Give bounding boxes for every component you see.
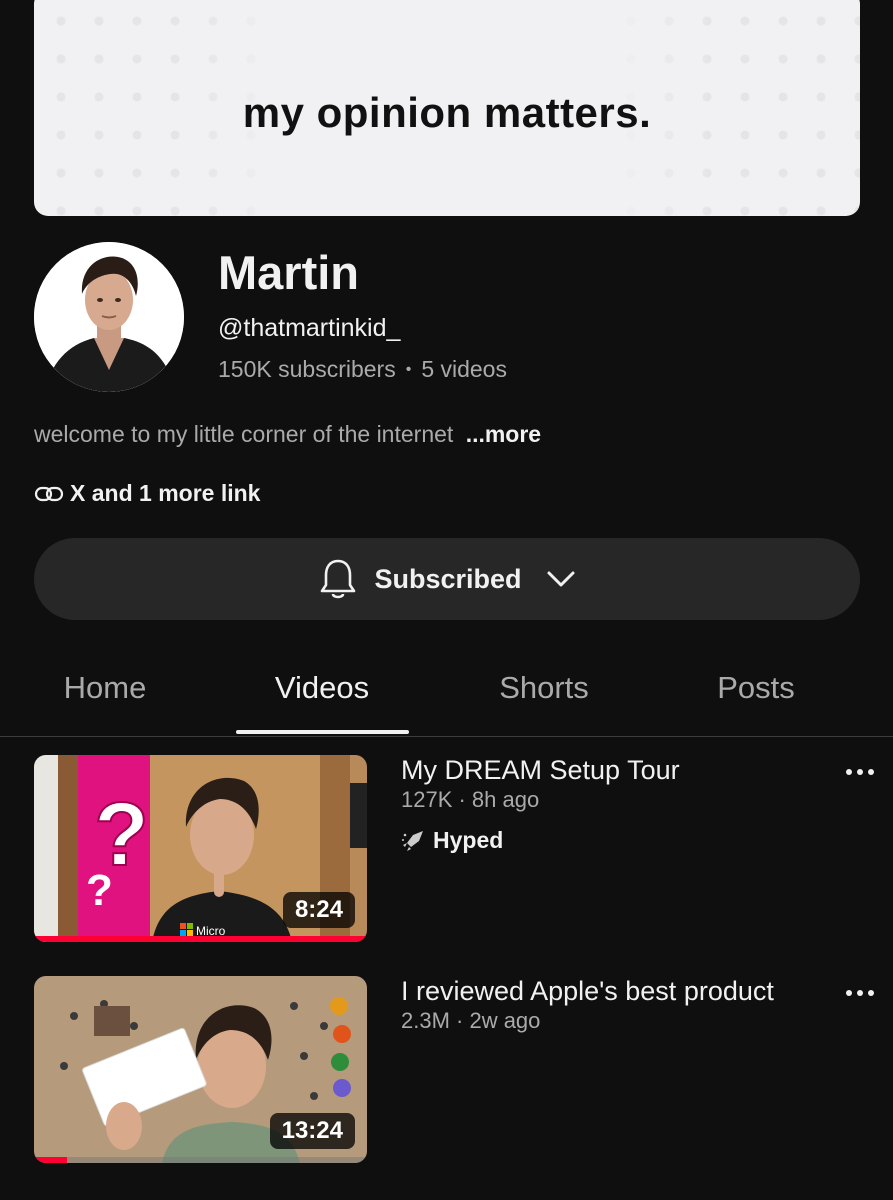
video-thumbnail[interactable]: 13:24 <box>34 976 367 1163</box>
hyped-rocket-icon <box>402 830 423 851</box>
description-text: welcome to my little corner of the inter… <box>34 421 454 447</box>
channel-stats: 150K subscribers • 5 videos <box>218 356 507 383</box>
video-title[interactable]: My DREAM Setup Tour <box>401 755 680 786</box>
tabs-divider <box>0 736 893 737</box>
badge-label: Hyped <box>433 827 504 853</box>
link-icon <box>34 486 64 501</box>
channel-page: my opinion matters. Martin @thatmartinki… <box>0 0 893 1200</box>
watch-progress-track <box>34 1157 367 1163</box>
bell-icon <box>318 557 358 601</box>
svg-text:?: ? <box>86 866 113 915</box>
channel-name: Martin <box>218 246 359 299</box>
video-duration: 13:24 <box>269 1113 355 1149</box>
more-options-icon[interactable] <box>846 986 874 1000</box>
tab-videos[interactable]: Videos <box>275 670 369 706</box>
video-count: 5 videos <box>421 356 507 382</box>
banner-text: my opinion matters. <box>242 89 652 136</box>
video-meta: 2.3M · 2w ago <box>401 1008 541 1033</box>
active-tab-indicator <box>236 730 409 734</box>
video-duration: 8:24 <box>282 892 355 928</box>
description-more-link[interactable]: ...more <box>466 421 541 447</box>
watch-progress-bar <box>34 936 367 942</box>
tab-home[interactable]: Home <box>64 670 147 706</box>
video-item[interactable]: ? ? Micro 8:24 My DREAM Setup Tour 127K … <box>0 755 893 945</box>
tab-posts[interactable]: Posts <box>717 670 795 706</box>
more-options-icon[interactable] <box>846 765 874 779</box>
video-meta: 127K · 8h ago <box>401 787 540 812</box>
watch-progress-bar <box>34 1157 68 1163</box>
channel-banner: my opinion matters. <box>34 0 860 216</box>
subscribed-button[interactable]: Subscribed <box>34 538 860 620</box>
subscribed-label: Subscribed <box>374 563 522 594</box>
chevron-down-icon <box>546 569 576 589</box>
tab-shorts[interactable]: Shorts <box>499 670 589 706</box>
avatar-image <box>34 242 184 392</box>
channel-links-label: X and 1 more link <box>70 480 261 506</box>
channel-tabs: Home Videos Shorts Posts <box>0 660 893 738</box>
hyped-badge: Hyped <box>401 827 503 854</box>
channel-avatar[interactable] <box>34 242 184 392</box>
channel-description[interactable]: welcome to my little corner of the inter… <box>34 421 541 448</box>
video-title[interactable]: I reviewed Apple's best product <box>401 976 774 1007</box>
subscriber-count: 150K subscribers <box>218 356 396 382</box>
video-item[interactable]: 13:24 I reviewed Apple's best product 2.… <box>0 976 893 1166</box>
video-thumbnail[interactable]: ? ? Micro 8:24 <box>34 755 367 942</box>
channel-handle: @thatmartinkid_ <box>218 314 401 342</box>
stats-separator: • <box>405 360 412 378</box>
channel-links[interactable]: X and 1 more link <box>34 480 260 507</box>
